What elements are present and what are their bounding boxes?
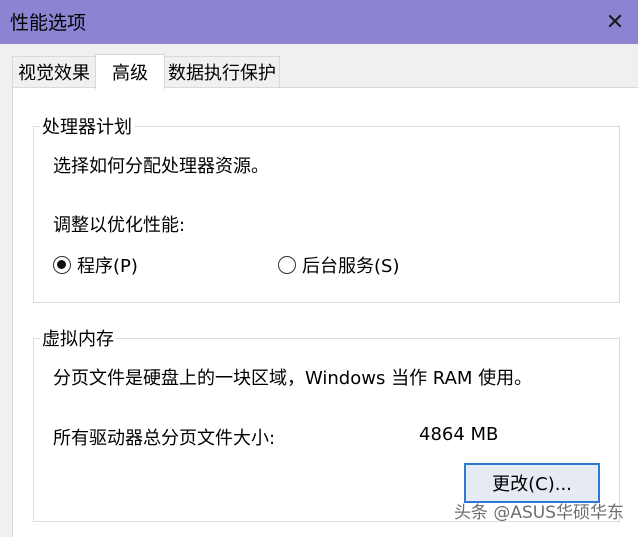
virtual-memory-title: 虚拟内存 (40, 325, 116, 351)
close-icon[interactable]: ✕ (592, 0, 638, 44)
change-button[interactable]: 更改(C)... (464, 463, 600, 503)
virtual-memory-description: 分页文件是硬盘上的一块区域，Windows 当作 RAM 使用。 (53, 368, 533, 389)
radio-programs-label: 程序(P) (77, 256, 138, 277)
paging-file-total-label: 所有驱动器总分页文件大小: (53, 428, 276, 449)
radio-background-services[interactable]: 后台服务(S) (278, 252, 399, 278)
tab-dep[interactable]: 数据执行保护 (164, 56, 280, 87)
processor-scheduling-title: 处理器计划 (40, 113, 134, 139)
virtual-memory-group: 虚拟内存 分页文件是硬盘上的一块区域，Windows 当作 RAM 使用。 所有… (33, 325, 620, 522)
adjust-performance-label: 调整以优化性能: (53, 215, 186, 236)
processor-scheduling-group: 处理器计划 选择如何分配处理器资源。 调整以优化性能: 程序(P) 后台服务(S… (33, 113, 620, 303)
radio-background-services-label: 后台服务(S) (302, 256, 400, 277)
processor-description: 选择如何分配处理器资源。 (53, 156, 269, 177)
radio-background-services-indicator[interactable] (278, 256, 296, 274)
title-bar: 性能选项 ✕ (0, 0, 638, 44)
watermark: 头条 @ASUS华硕华东 (453, 503, 624, 523)
paging-file-total-value: 4864 MB (419, 424, 499, 445)
radio-programs-indicator[interactable] (53, 256, 71, 274)
tab-visual-effects[interactable]: 视觉效果 (12, 56, 96, 87)
tab-panel-advanced: 处理器计划 选择如何分配处理器资源。 调整以优化性能: 程序(P) 后台服务(S… (12, 87, 638, 537)
tab-advanced[interactable]: 高级 (95, 54, 165, 89)
window-title: 性能选项 (10, 12, 87, 34)
radio-programs[interactable]: 程序(P) (53, 252, 138, 278)
tab-strip: 视觉效果 高级 数据执行保护 (0, 44, 638, 89)
